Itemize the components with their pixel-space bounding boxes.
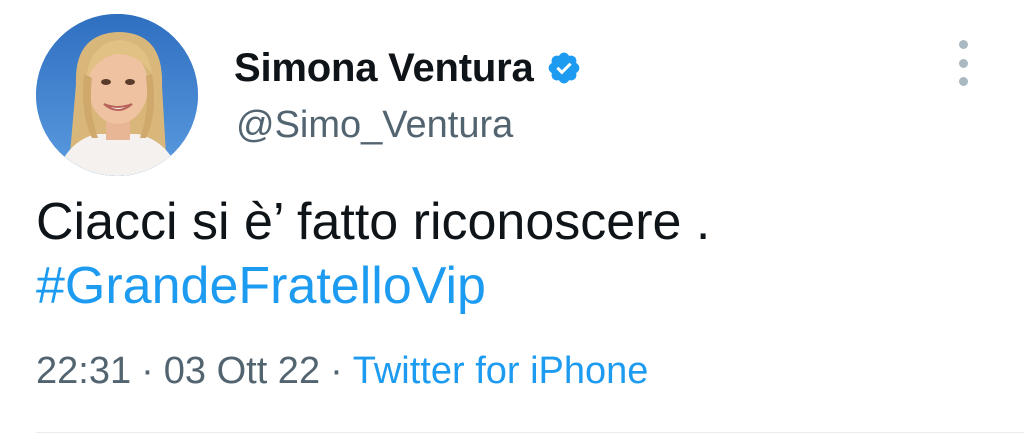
avatar[interactable]: [36, 14, 198, 176]
more-dot: [958, 77, 968, 86]
author-handle[interactable]: @Simo_Ventura: [236, 104, 513, 147]
avatar-image: [36, 14, 198, 176]
meta-separator: ·: [141, 350, 154, 392]
meta-separator: ·: [330, 350, 343, 392]
tweet-text: Ciacci si è’ fatto riconoscere . #Grande…: [36, 190, 710, 318]
more-dot: [958, 58, 968, 68]
tweet-text-line: Ciacci si è’ fatto riconoscere .: [36, 193, 711, 251]
more-vertical-icon[interactable]: [950, 40, 976, 86]
divider: [36, 432, 1024, 433]
tweet-date[interactable]: 03 Ott 22: [164, 350, 320, 392]
tweet-meta: 22:31 · 03 Ott 22 · Twitter for iPhone: [36, 350, 648, 393]
verified-badge-icon: [546, 50, 582, 86]
tweet-card: Simona Ventura @Simo_Ventura Ciacci si è…: [0, 0, 1024, 439]
more-dot: [958, 40, 968, 49]
hashtag-link[interactable]: #GrandeFratelloVip: [36, 254, 710, 318]
author-display-name[interactable]: Simona Ventura: [234, 46, 534, 91]
tweet-time[interactable]: 22:31: [36, 350, 131, 392]
tweet-source-link[interactable]: Twitter for iPhone: [353, 350, 649, 392]
author-name-row: Simona Ventura: [234, 40, 582, 96]
